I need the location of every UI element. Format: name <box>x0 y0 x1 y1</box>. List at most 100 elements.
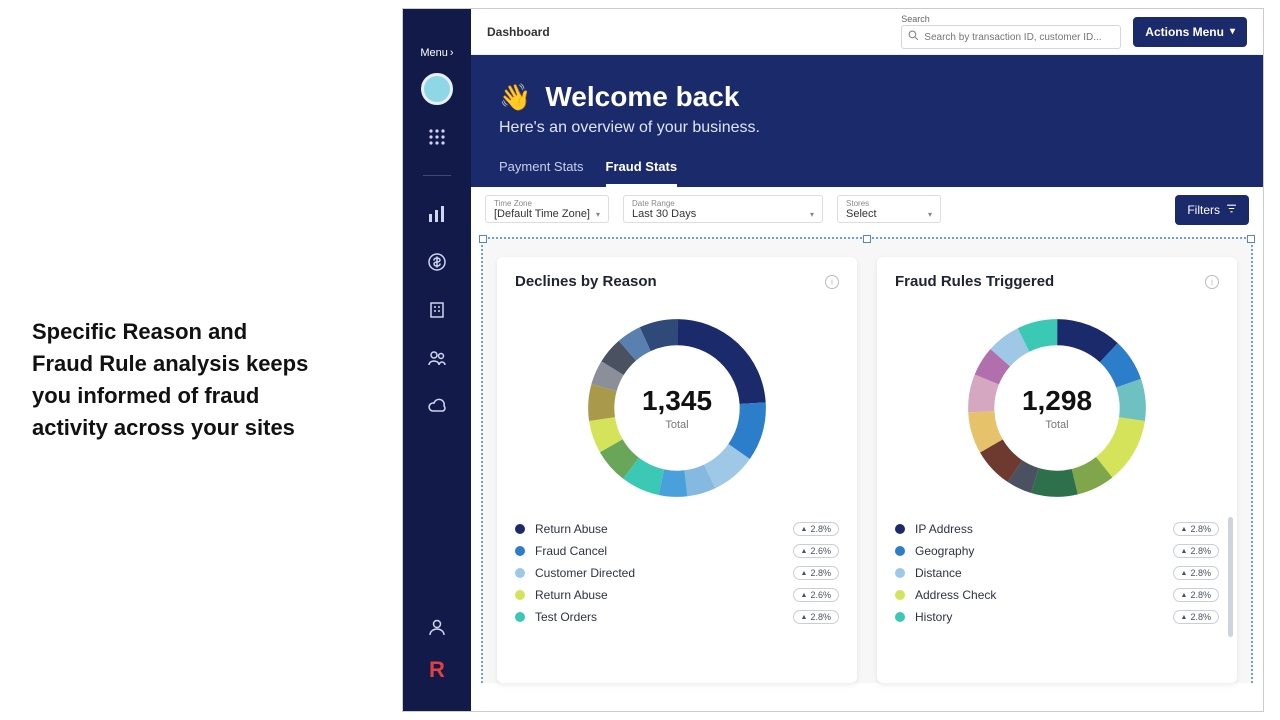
delta-badge: ▲2.8% <box>793 566 839 580</box>
filter-value: [Default Time Zone] <box>494 208 590 220</box>
legend-label: Geography <box>915 544 974 558</box>
donut-chart-rules: 1,298 Total <box>957 308 1157 508</box>
delta-badge: ▲2.8% <box>1173 588 1219 602</box>
donut-total-label: Total <box>1045 419 1068 431</box>
legend-row[interactable]: Geography ▲2.8% <box>895 544 1219 558</box>
legend-label: Return Abuse <box>535 588 608 602</box>
users-icon[interactable] <box>427 348 447 368</box>
selection-handle[interactable] <box>1247 235 1255 243</box>
triangle-up-icon: ▲ <box>801 614 808 621</box>
chevron-right-icon: › <box>450 47 454 59</box>
actions-menu-button[interactable]: Actions Menu ▾ <box>1133 17 1247 47</box>
legend-row[interactable]: History ▲2.8% <box>895 610 1219 624</box>
menu-toggle[interactable]: Menu › <box>420 47 453 59</box>
selection-handle[interactable] <box>479 235 487 243</box>
legend-dot <box>895 546 905 556</box>
search-group: Search <box>901 14 1121 49</box>
filter-bar: Time Zone [Default Time Zone] ▾ Date Rang… <box>471 187 1263 233</box>
legend-row[interactable]: IP Address ▲2.8% <box>895 522 1219 536</box>
legend-dot <box>895 568 905 578</box>
profile-icon[interactable] <box>427 617 447 637</box>
card-title: Declines by Reason <box>515 273 657 290</box>
delta-badge: ▲2.8% <box>1173 544 1219 558</box>
info-icon[interactable]: i <box>825 275 839 289</box>
filters-button-label: Filters <box>1187 203 1220 217</box>
filter-stores[interactable]: Stores Select ▾ <box>837 195 941 223</box>
donut-total: 1,298 <box>1022 385 1092 417</box>
marketing-caption: Specific Reason and Fraud Rule analysis … <box>32 316 312 444</box>
search-box[interactable] <box>901 25 1121 49</box>
tab-fraud-stats[interactable]: Fraud Stats <box>606 159 678 187</box>
legend-dot <box>515 612 525 622</box>
rail-divider <box>423 175 451 176</box>
legend-label: Return Abuse <box>535 522 608 536</box>
legend-dot <box>515 568 525 578</box>
app-window: Menu › <box>402 8 1264 712</box>
legend-row[interactable]: Return Abuse ▲2.8% <box>515 522 839 536</box>
filter-label: Stores <box>846 199 932 208</box>
filter-time-zone[interactable]: Time Zone [Default Time Zone] ▾ <box>485 195 609 223</box>
nav-rail: Menu › <box>403 9 471 711</box>
dashboard-cards-selection: Declines by Reason i 1,345 Total Return … <box>481 237 1253 683</box>
legend-row[interactable]: Customer Directed▲2.8% <box>515 566 839 580</box>
legend-dot <box>515 590 525 600</box>
delta-badge: ▲2.8% <box>1173 610 1219 624</box>
card-declines-by-reason: Declines by Reason i 1,345 Total Return … <box>497 257 857 683</box>
tab-payment-stats[interactable]: Payment Stats <box>499 159 584 187</box>
actions-menu-label: Actions Menu <box>1145 25 1224 39</box>
filter-date-range[interactable]: Date Range Last 30 Days▾ <box>623 195 823 223</box>
legend-label: Fraud Cancel <box>535 544 607 558</box>
top-bar: Dashboard Search Actions Menu ▾ <box>471 9 1263 55</box>
legend-rules: IP Address ▲2.8% Geography ▲2.8% Distance ▲2.… <box>895 522 1219 624</box>
legend-dot <box>895 612 905 622</box>
scrollbar[interactable] <box>1228 517 1233 637</box>
menu-label-text: Menu <box>420 47 448 59</box>
triangle-up-icon: ▲ <box>801 570 808 577</box>
avatar[interactable] <box>421 73 453 105</box>
filter-value: Last 30 Days <box>632 208 696 220</box>
filter-label: Time Zone <box>494 199 600 208</box>
apps-icon[interactable] <box>427 127 447 147</box>
legend-label: History <box>915 610 952 624</box>
donut-chart-declines: 1,345 Total <box>577 308 777 508</box>
legend-dot <box>515 524 525 534</box>
triangle-up-icon: ▲ <box>801 548 808 555</box>
filters-button[interactable]: Filters <box>1175 195 1249 225</box>
triangle-up-icon: ▲ <box>1181 526 1188 533</box>
search-input[interactable] <box>924 32 1114 43</box>
donut-total-label: Total <box>665 419 688 431</box>
selection-handle[interactable] <box>863 235 871 243</box>
legend-row[interactable]: Test Orders▲2.8% <box>515 610 839 624</box>
chevron-down-icon: ▾ <box>928 210 932 219</box>
triangle-up-icon: ▲ <box>1181 614 1188 621</box>
legend-label: Distance <box>915 566 962 580</box>
main-content: Dashboard Search Actions Menu ▾ <box>471 9 1263 711</box>
legend-row[interactable]: Address Check ▲2.8% <box>895 588 1219 602</box>
search-label: Search <box>901 14 1121 24</box>
legend-row[interactable]: Distance▲2.8% <box>895 566 1219 580</box>
info-icon[interactable]: i <box>1205 275 1219 289</box>
search-icon <box>908 30 919 44</box>
billing-icon[interactable] <box>427 252 447 272</box>
breadcrumb[interactable]: Dashboard <box>487 25 550 39</box>
delta-badge: ▲2.8% <box>793 610 839 624</box>
triangle-up-icon: ▲ <box>1181 548 1188 555</box>
delta-badge: ▲2.8% <box>793 522 839 536</box>
analytics-icon[interactable] <box>427 204 447 224</box>
legend-label: IP Address <box>915 522 973 536</box>
legend-row[interactable]: Return Abuse▲2.6% <box>515 588 839 602</box>
triangle-up-icon: ▲ <box>801 526 808 533</box>
filter-value: Select <box>846 208 877 220</box>
filter-label: Date Range <box>632 199 814 208</box>
legend-label: Address Check <box>915 588 996 602</box>
legend-dot <box>895 524 905 534</box>
chevron-down-icon: ▾ <box>596 210 600 219</box>
cloud-icon[interactable] <box>427 396 447 416</box>
building-icon[interactable] <box>427 300 447 320</box>
legend-row[interactable]: Fraud Cancel▲2.6% <box>515 544 839 558</box>
legend-dot <box>515 546 525 556</box>
delta-badge: ▲2.8% <box>1173 522 1219 536</box>
hero-subtitle: Here's an overview of your business. <box>499 119 1235 137</box>
triangle-up-icon: ▲ <box>1181 570 1188 577</box>
card-title: Fraud Rules Triggered <box>895 273 1054 290</box>
